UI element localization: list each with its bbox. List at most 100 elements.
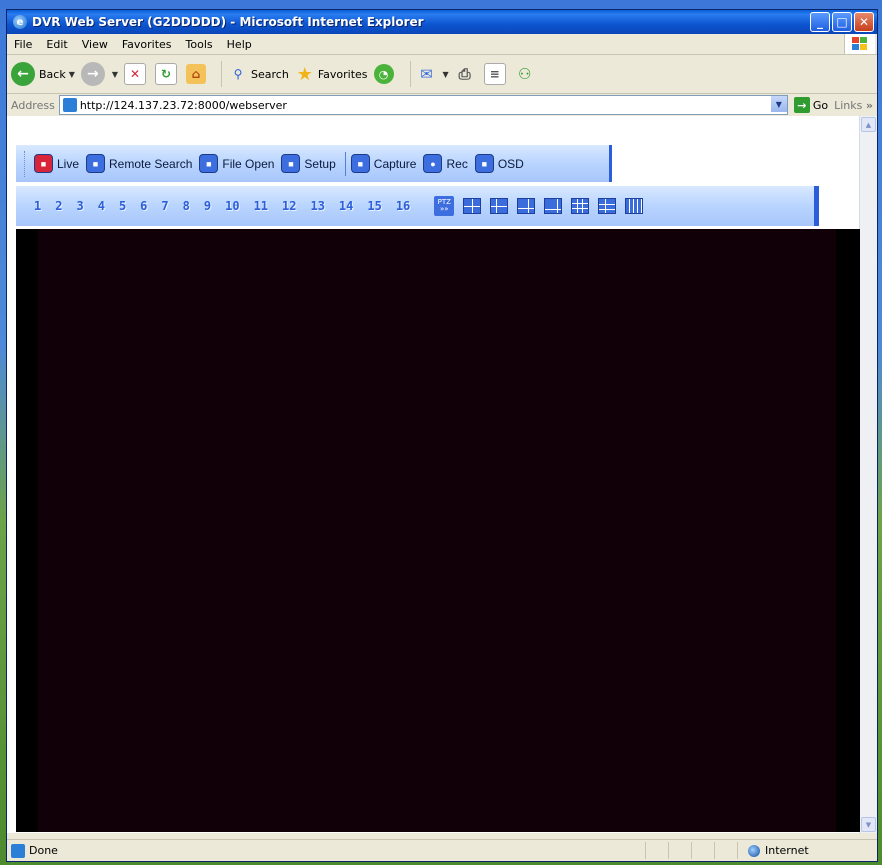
channel-9-button[interactable]: 9 — [204, 199, 211, 213]
dvr-channel-toolbar: 1 2 3 4 5 6 7 8 9 10 11 12 13 14 15 16 P… — [16, 186, 819, 226]
go-arrow-icon: → — [793, 97, 810, 113]
live-button[interactable]: ■ Live — [34, 154, 79, 173]
links-label: Links — [834, 98, 863, 112]
rec-label: Rec — [446, 156, 468, 171]
toolbar-separator-2 — [409, 61, 411, 87]
back-label: Back — [39, 67, 66, 81]
stop-button[interactable]: ✕ — [124, 63, 149, 85]
search-label: Search — [251, 67, 289, 81]
address-dropdown-icon[interactable]: ▼ — [770, 96, 787, 112]
back-arrow-icon: ← — [11, 62, 35, 86]
mail-icon: ✉ — [420, 65, 433, 83]
minimize-button[interactable]: _ — [810, 12, 830, 32]
capture-label: Capture — [373, 156, 417, 171]
menu-view[interactable]: View — [75, 38, 115, 51]
menu-help[interactable]: Help — [220, 38, 259, 51]
live-label: Live — [57, 156, 80, 171]
channel-7-button[interactable]: 7 — [161, 199, 168, 213]
layout-sixteen-icon[interactable] — [625, 198, 644, 214]
home-icon: ⌂ — [186, 64, 207, 84]
video-frame — [38, 229, 836, 832]
ptz-arrows-icon: »» — [439, 205, 449, 213]
go-label: Go — [812, 98, 829, 112]
channel-5-button[interactable]: 5 — [119, 199, 126, 213]
channel-15-button[interactable]: 15 — [367, 199, 381, 213]
back-button[interactable]: ← Back ▼ — [11, 62, 75, 86]
status-text: Done — [29, 844, 58, 857]
file-open-label: File Open — [222, 156, 275, 171]
home-button[interactable]: ⌂ — [186, 64, 209, 84]
scroll-down-icon[interactable]: ▼ — [861, 817, 876, 832]
layout-single-icon[interactable] — [463, 198, 482, 214]
scroll-up-icon[interactable]: ▲ — [861, 117, 876, 132]
layout-eight-icon[interactable] — [544, 198, 563, 214]
channel-1-button[interactable]: 1 — [34, 199, 41, 213]
search-button[interactable]: ⚲ Search — [228, 64, 289, 84]
remote-search-icon: ■ — [86, 154, 106, 173]
remote-search-button[interactable]: ■ Remote Search — [86, 154, 192, 173]
forward-arrow-icon: → — [80, 62, 105, 86]
page-icon — [62, 98, 77, 112]
favorites-star-icon: ★ — [296, 63, 313, 85]
menu-edit[interactable]: Edit — [39, 38, 74, 51]
channel-13-button[interactable]: 13 — [310, 199, 324, 213]
print-button[interactable]: ⎙ — [455, 64, 478, 84]
vertical-scrollbar[interactable]: ▲ ▼ — [859, 116, 877, 833]
links-button[interactable]: Links » — [834, 99, 873, 112]
channel-11-button[interactable]: 11 — [254, 199, 268, 213]
channel-16-button[interactable]: 16 — [396, 199, 410, 213]
channel-12-button[interactable]: 12 — [282, 199, 296, 213]
channel-8-button[interactable]: 8 — [183, 199, 190, 213]
zone-label: Internet — [765, 844, 809, 857]
search-icon: ⚲ — [233, 67, 243, 81]
standard-toolbar: ← Back ▼ → ▼ ✕ ↻ ⌂ ⚲ Search ★ Favorites … — [7, 55, 877, 94]
address-bar: Address http://124.137.23.72:8000/webser… — [7, 94, 877, 117]
title-bar[interactable]: e DVR Web Server (G2DDDDD) - Microsoft I… — [7, 10, 877, 34]
layout-six-icon[interactable] — [517, 198, 536, 214]
maximize-button[interactable]: □ — [832, 12, 852, 32]
forward-button[interactable]: → ▼ — [80, 62, 118, 86]
forward-dropdown-icon[interactable]: ▼ — [112, 70, 118, 79]
mail-button[interactable]: ✉ ▼ — [417, 64, 449, 84]
refresh-button[interactable]: ↻ — [155, 63, 180, 85]
channel-3-button[interactable]: 3 — [76, 199, 83, 213]
ptz-button[interactable]: PTZ »» — [434, 196, 455, 216]
osd-label: OSD — [497, 156, 524, 171]
setup-button[interactable]: ■ Setup — [281, 154, 336, 173]
channel-2-button[interactable]: 2 — [55, 199, 62, 213]
print-icon: ⎙ — [458, 65, 471, 83]
internet-globe-icon — [748, 844, 760, 857]
menu-favorites[interactable]: Favorites — [115, 38, 179, 51]
edit-button[interactable]: ≡ — [483, 63, 509, 85]
links-more-icon: » — [865, 98, 873, 112]
history-button[interactable]: ◔ — [373, 64, 398, 84]
address-input[interactable]: http://124.137.23.72:8000/webserver ▼ — [58, 95, 788, 115]
menu-file[interactable]: File — [7, 38, 39, 51]
menu-tools[interactable]: Tools — [179, 38, 220, 51]
messenger-button[interactable]: ⚇ — [515, 64, 538, 84]
status-bar: Done Internet — [7, 839, 877, 861]
messenger-icon: ⚇ — [517, 65, 532, 83]
layout-ten-icon[interactable] — [598, 198, 617, 214]
layout-nine-icon[interactable] — [571, 198, 590, 214]
live-icon: ■ — [34, 154, 53, 173]
windows-logo-icon — [844, 34, 875, 54]
dvr-main-toolbar: ■ Live ■ Remote Search ■ File Open ■ Set… — [16, 145, 612, 182]
channel-14-button[interactable]: 14 — [339, 199, 353, 213]
osd-button[interactable]: ■ OSD — [474, 154, 524, 173]
mail-dropdown-icon[interactable]: ▼ — [443, 70, 449, 79]
video-display-area[interactable] — [16, 229, 860, 832]
go-button[interactable]: → Go — [793, 97, 829, 113]
capture-button[interactable]: ■ Capture — [350, 154, 417, 173]
file-open-button[interactable]: ■ File Open — [199, 154, 274, 173]
channel-10-button[interactable]: 10 — [225, 199, 239, 213]
channel-4-button[interactable]: 4 — [98, 199, 105, 213]
back-dropdown-icon[interactable]: ▼ — [69, 70, 75, 79]
security-zone: Internet — [737, 842, 877, 859]
close-button[interactable]: ✕ — [854, 12, 874, 32]
channel-6-button[interactable]: 6 — [140, 199, 147, 213]
rec-button[interactable]: ● Rec — [423, 154, 468, 173]
favorites-button[interactable]: ★ Favorites — [295, 63, 368, 85]
layout-quad-icon[interactable] — [490, 198, 509, 214]
toolbar-grip[interactable] — [24, 150, 28, 177]
